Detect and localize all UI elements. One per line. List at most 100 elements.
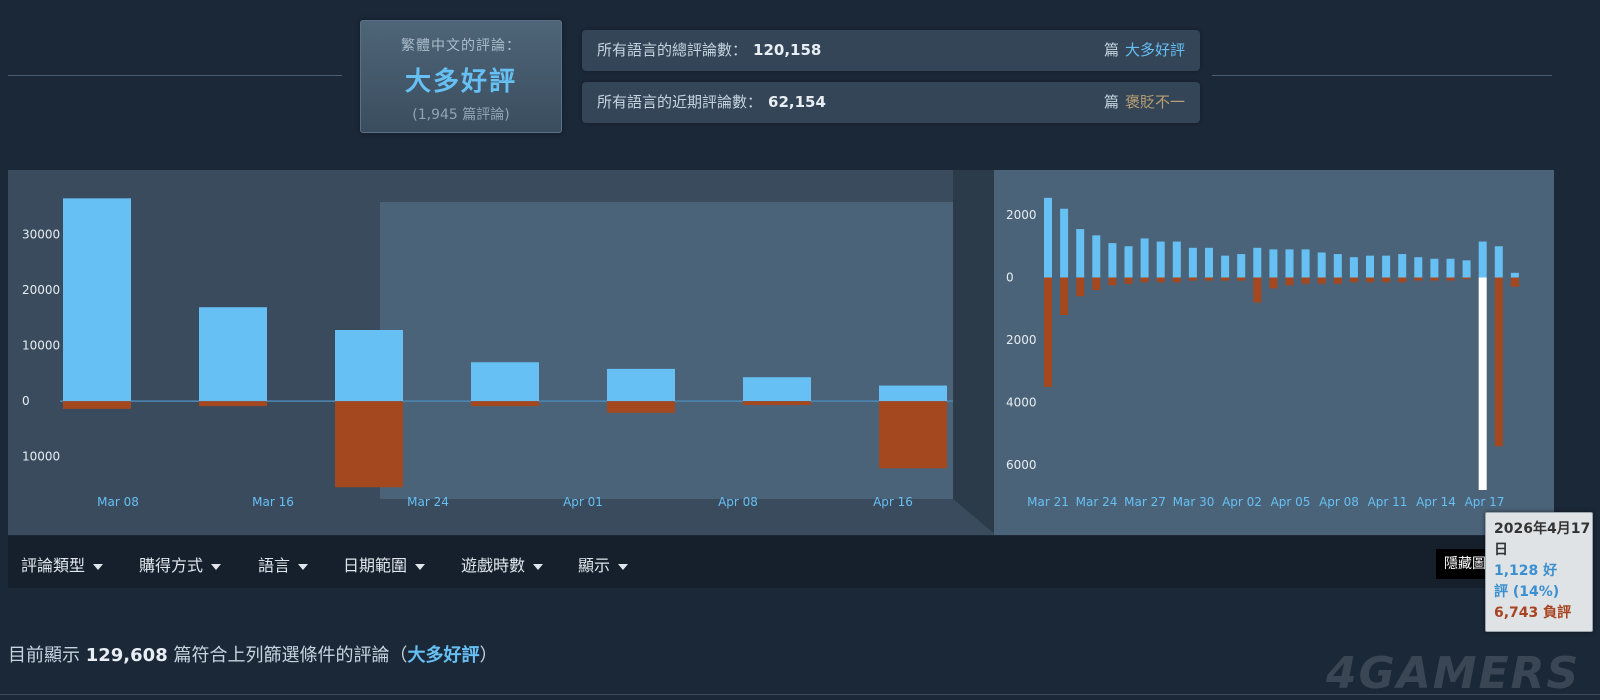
positive-bar (1317, 252, 1326, 278)
positive-bar (1237, 254, 1246, 278)
divider-left (8, 75, 342, 76)
positive-bar (1349, 257, 1358, 278)
negative-bar (1430, 277, 1439, 281)
negative-bar (1462, 277, 1471, 280)
tooltip-date-a: 2026年4月17 (1494, 521, 1591, 537)
negative-bar (199, 401, 267, 407)
negative-bar (1205, 277, 1213, 281)
negative-bar (1188, 277, 1197, 281)
positive-bar (743, 377, 811, 402)
negative-bar (1076, 277, 1085, 297)
x-tick-label: Apr 01 (563, 495, 603, 509)
chart-background (994, 170, 1554, 535)
filter-purchase-type[interactable]: 購得方式 (139, 552, 222, 576)
positive-bar (1205, 247, 1213, 278)
negative-bar (1253, 277, 1262, 303)
positive-bar (1478, 241, 1487, 278)
negative-bar (1124, 277, 1133, 284)
y-tick-label: 6000 (1006, 458, 1037, 472)
x-tick-label: Mar 30 (1173, 495, 1215, 509)
positive-bar (1269, 249, 1278, 278)
result-count: 129,608 (85, 645, 168, 666)
negative-bar (1060, 277, 1069, 315)
negative-bar (879, 401, 947, 469)
filter-display[interactable]: 顯示 (578, 552, 629, 576)
divider-bottom (0, 694, 1600, 695)
positive-bar (1430, 258, 1439, 278)
negative-bar (1366, 277, 1374, 283)
recent-reviews-row[interactable]: 所有語言的近期評論數： 62,154 篇褒貶不一 (582, 82, 1200, 123)
x-tick-label: Apr 08 (1319, 495, 1359, 509)
negative-bar (1414, 277, 1423, 281)
x-tick-label: Apr 02 (1222, 495, 1262, 509)
all-reviews-value: 120,158 (753, 41, 822, 59)
tooltip-positive-b: 評 (14%) (1494, 584, 1560, 600)
x-tick-label: Mar 27 (1124, 495, 1166, 509)
all-reviews-rating: 篇大多好評 (1103, 41, 1185, 59)
positive-bar (335, 330, 403, 402)
negative-bar (607, 401, 675, 413)
language-review-summary[interactable]: 繁體中文的評論： 大多好評 (1,945 篇評論) (360, 20, 562, 133)
positive-bar (1172, 241, 1181, 278)
filter-date-range[interactable]: 日期範圍 (343, 552, 426, 576)
x-tick-label: Apr 05 (1271, 495, 1311, 509)
y-tick-label: 0 (22, 394, 30, 408)
bar-tooltip: 2026年4月17 日 1,128 好 評 (14%) 6,743 負評 (1485, 512, 1593, 632)
negative-bar (1301, 277, 1310, 284)
x-tick-label: Apr 14 (1416, 495, 1456, 509)
selected-bar-highlight (1478, 277, 1487, 490)
all-reviews-row[interactable]: 所有語言的總評論數： 120,158 篇大多好評 (582, 30, 1200, 71)
negative-bar (1494, 277, 1503, 447)
tooltip-positive-a: 1,128 好 (1494, 563, 1558, 579)
positive-bar (1301, 249, 1310, 278)
positive-bar (1221, 255, 1230, 278)
positive-bar (1108, 243, 1117, 278)
negative-bar (1172, 277, 1181, 283)
positive-bar (1124, 246, 1133, 278)
filter-language[interactable]: 語言 (258, 552, 309, 576)
negative-bar (743, 401, 811, 405)
positive-bar (1188, 247, 1197, 278)
y-tick-label: 10000 (22, 450, 60, 464)
positive-bar (1414, 257, 1423, 278)
filter-bar: 評論類型 購得方式 語言 日期範圍 遊戲時數 顯示 (8, 536, 1554, 588)
summary-rating: 大多好評 (404, 67, 517, 97)
filter-review-type[interactable]: 評論類型 (21, 552, 104, 576)
negative-bar (1237, 277, 1246, 281)
x-tick-label: Apr 16 (873, 495, 913, 509)
negative-bar (1092, 277, 1101, 290)
negative-bar (1446, 277, 1455, 281)
recent-reviews-label: 所有語言的近期評論數： 62,154 (597, 93, 826, 111)
chevron-down-icon (415, 563, 426, 570)
chevron-down-icon (211, 563, 222, 570)
positive-bar (1494, 246, 1503, 278)
x-tick-label: Apr 08 (718, 495, 758, 509)
tooltip-date-b: 日 (1494, 542, 1508, 558)
positive-bar (1253, 247, 1262, 278)
negative-bar (335, 401, 403, 488)
filter-playtime[interactable]: 遊戲時數 (461, 552, 544, 576)
recent-reviews-chart[interactable]: 2000 0 2000 4000 6000 Mar 21 Mar 24 Mar 27 Mar 3… (994, 170, 1554, 535)
x-tick-label: Mar 24 (1076, 495, 1118, 509)
positive-bar (63, 198, 131, 402)
positive-bar (1333, 254, 1342, 278)
review-history-chart[interactable]: 30000 20000 10000 0 10000 Mar 08 Mar 16 Mar 24 A… (8, 170, 996, 535)
chevron-down-icon (298, 563, 309, 570)
filter-result-summary: 目前顯示 129,608 篇符合上列篩選條件的評論（大多好評） (8, 645, 498, 666)
negative-bar (1349, 277, 1358, 283)
negative-bar (1044, 277, 1052, 387)
positive-bar (1156, 241, 1165, 278)
positive-bar (1060, 208, 1069, 278)
positive-bar (1382, 255, 1391, 278)
negative-bar (1317, 277, 1326, 284)
result-rating: 大多好評 (407, 645, 480, 666)
recent-reviews-rating: 篇褒貶不一 (1103, 93, 1185, 111)
positive-bar (1140, 238, 1149, 278)
positive-bar (1398, 254, 1407, 278)
negative-bar (1382, 277, 1391, 283)
positive-bar (1510, 272, 1519, 278)
y-tick-label: 20000 (22, 283, 60, 297)
y-tick-label: 10000 (22, 339, 60, 353)
negative-bar (1156, 277, 1165, 283)
all-reviews-label: 所有語言的總評論數： 120,158 (597, 41, 822, 59)
